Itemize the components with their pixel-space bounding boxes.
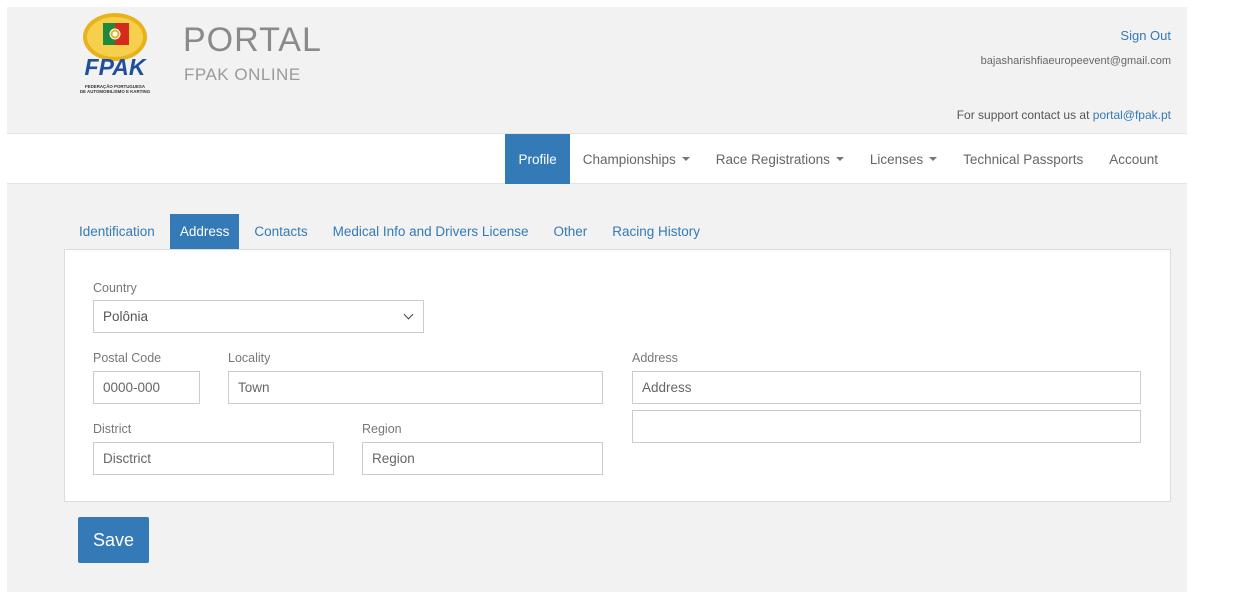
postal-code-input[interactable]: 0000-000: [93, 371, 200, 404]
sign-out-link[interactable]: Sign Out: [1120, 28, 1171, 43]
nav-item-technical-passports[interactable]: Technical Passports: [950, 134, 1096, 184]
address-label: Address: [632, 351, 678, 365]
nav-item-championships[interactable]: Championships: [570, 134, 703, 184]
fpak-logo[interactable]: FPAK FEDERAÇÃO PORTUGUESA DE AUTOMOBILIS…: [77, 11, 153, 121]
support-email-link[interactable]: portal@fpak.pt: [1093, 108, 1171, 122]
support-text: For support contact us at portal@fpak.pt: [957, 108, 1171, 122]
address-line-1-input[interactable]: Address: [632, 371, 1141, 404]
page: FPAK FEDERAÇÃO PORTUGUESA DE AUTOMOBILIS…: [7, 7, 1187, 592]
tab-medical-info[interactable]: Medical Info and Drivers License: [323, 214, 539, 249]
user-email: bajasharishfiaeuropeevent@gmail.com: [980, 55, 1171, 67]
nav-item-label: Race Registrations: [715, 151, 830, 167]
locality-label: Locality: [228, 351, 271, 365]
nav-item-profile[interactable]: Profile: [505, 134, 570, 184]
country-label: Country: [93, 281, 137, 295]
address-line-2-input[interactable]: [632, 410, 1141, 443]
save-button[interactable]: Save: [78, 517, 149, 563]
logo-caption-2: DE AUTOMOBILISMO E KARTING: [80, 89, 151, 94]
logo-text: FPAK: [85, 54, 147, 80]
nav-item-account[interactable]: Account: [1096, 134, 1171, 184]
tab-address[interactable]: Address: [169, 214, 240, 249]
region-label: Region: [362, 422, 402, 436]
header: FPAK FEDERAÇÃO PORTUGUESA DE AUTOMOBILIS…: [7, 7, 1187, 133]
nav-item-label: Technical Passports: [963, 151, 1084, 167]
support-label: For support contact us at: [956, 108, 1093, 122]
nav-menu: Profile Championships Race Registrations…: [505, 134, 1171, 184]
nav-item-label: Profile: [518, 151, 557, 167]
address-form-panel: Country Polônia Postal Code 0000-000 Loc…: [64, 249, 1171, 502]
tab-identification[interactable]: Identification: [69, 214, 165, 249]
nav-item-label: Licenses: [869, 151, 924, 167]
profile-tabs: Identification Address Contacts Medical …: [69, 214, 715, 249]
country-select[interactable]: Polônia: [93, 300, 424, 333]
nav-item-race-registrations[interactable]: Race Registrations: [703, 134, 857, 184]
main-navbar: Profile Championships Race Registrations…: [7, 133, 1187, 184]
portal-subtitle: FPAK ONLINE: [184, 65, 301, 84]
nav-item-label: Championships: [582, 151, 676, 167]
tab-racing-history[interactable]: Racing History: [602, 214, 710, 249]
tab-other[interactable]: Other: [543, 214, 597, 249]
district-label: District: [93, 422, 132, 436]
caret-down-icon: [681, 157, 690, 161]
postal-code-label: Postal Code: [93, 351, 162, 365]
caret-down-icon: [929, 157, 938, 161]
country-value: Polônia: [103, 309, 149, 324]
nav-item-licenses[interactable]: Licenses: [857, 134, 950, 184]
tab-contacts[interactable]: Contacts: [244, 214, 317, 249]
portal-title: PORTAL: [183, 21, 322, 59]
nav-item-label: Account: [1109, 151, 1158, 167]
district-input[interactable]: Disctrict: [93, 442, 334, 475]
chevron-down-icon: [403, 309, 414, 320]
region-input[interactable]: Region: [362, 442, 603, 475]
locality-input[interactable]: Town: [228, 371, 603, 404]
caret-down-icon: [835, 157, 844, 161]
